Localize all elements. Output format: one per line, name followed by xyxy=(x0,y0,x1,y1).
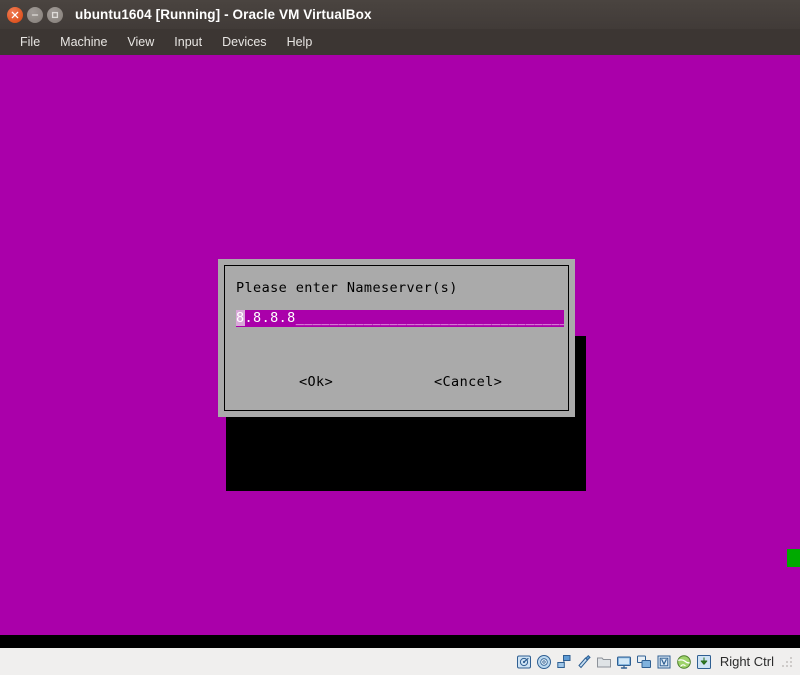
screen-green-marker xyxy=(787,549,800,567)
input-value: .8.8.8 xyxy=(245,310,296,326)
nameserver-input[interactable]: 8.8.8.8_________________________________… xyxy=(236,310,564,327)
screen-bottom-strip xyxy=(0,635,800,648)
menu-view[interactable]: View xyxy=(117,32,164,52)
window-controls xyxy=(7,7,63,23)
cpu-virtualization-icon[interactable] xyxy=(656,653,673,670)
dialog-button-row: <Ok> <Cancel> xyxy=(225,374,568,392)
statusbar-icon-group xyxy=(516,653,713,670)
minimize-button[interactable] xyxy=(27,7,43,23)
dialog-prompt-text: Please enter Nameserver(s) xyxy=(236,280,458,296)
virtualbox-window: ubuntu1604 [Running] - Oracle VM Virtual… xyxy=(0,0,800,675)
window-titlebar: ubuntu1604 [Running] - Oracle VM Virtual… xyxy=(0,0,800,29)
statusbar: Right Ctrl xyxy=(0,648,800,675)
maximize-button[interactable] xyxy=(47,7,63,23)
maximize-icon xyxy=(51,11,59,19)
input-cursor: 8 xyxy=(236,310,245,326)
menu-file[interactable]: File xyxy=(10,32,50,52)
resize-grip[interactable] xyxy=(782,655,794,669)
optical-disk-icon[interactable] xyxy=(536,653,553,670)
menubar: File Machine View Input Devices Help xyxy=(0,29,800,55)
globe-icon[interactable] xyxy=(676,653,693,670)
hard-disk-icon[interactable] xyxy=(516,653,533,670)
window-title: ubuntu1604 [Running] - Oracle VM Virtual… xyxy=(75,7,372,22)
vm-guest-screen[interactable]: Please enter Nameserver(s) 8.8.8.8______… xyxy=(0,55,800,635)
host-key-label: Right Ctrl xyxy=(720,654,774,669)
host-key-icon[interactable] xyxy=(696,653,713,670)
close-icon xyxy=(11,11,19,19)
dialog-frame: Please enter Nameserver(s) 8.8.8.8______… xyxy=(224,265,569,411)
close-button[interactable] xyxy=(7,7,23,23)
input-filler: ___________________________________ xyxy=(296,310,564,326)
shared-folders-icon[interactable] xyxy=(596,653,613,670)
remote-desktop-icon[interactable] xyxy=(636,653,653,670)
menu-input[interactable]: Input xyxy=(164,32,212,52)
menu-machine[interactable]: Machine xyxy=(50,32,117,52)
menu-help[interactable]: Help xyxy=(277,32,323,52)
ok-button[interactable]: <Ok> xyxy=(299,374,333,390)
minimize-icon xyxy=(31,11,39,19)
usb-icon[interactable] xyxy=(576,653,593,670)
menu-devices[interactable]: Devices xyxy=(212,32,276,52)
nameserver-dialog: Please enter Nameserver(s) 8.8.8.8______… xyxy=(218,259,575,417)
cancel-button[interactable]: <Cancel> xyxy=(434,374,502,390)
network-icon[interactable] xyxy=(556,653,573,670)
display-icon[interactable] xyxy=(616,653,633,670)
